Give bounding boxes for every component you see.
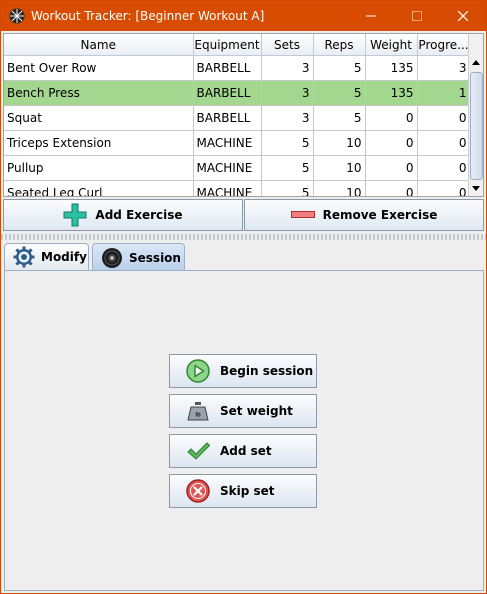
- cell-weight: 135: [365, 80, 418, 106]
- tab-session-label: Session: [129, 250, 181, 265]
- cell-equipment: MACHINE: [193, 180, 262, 196]
- triangle-down-icon: [472, 186, 480, 191]
- cell-progress: 0: [417, 105, 471, 131]
- weight-icon-text: lb: [195, 413, 201, 419]
- checkmark-icon: [186, 439, 210, 463]
- minus-icon: [290, 210, 315, 220]
- set-weight-button[interactable]: lb Set weight: [169, 394, 317, 428]
- cell-name: Pullup: [4, 155, 194, 181]
- play-icon: [186, 359, 210, 383]
- table-header: Name Equipment Sets Reps Weight Progre..…: [4, 34, 471, 56]
- close-button[interactable]: [440, 1, 486, 31]
- cell-name: Squat: [4, 105, 194, 131]
- maximize-button[interactable]: [394, 1, 440, 31]
- cell-reps: 10: [313, 155, 366, 181]
- table-row[interactable]: Pullup MACHINE 5 10 0 0: [4, 155, 471, 181]
- cancel-icon: [186, 479, 210, 503]
- session-panel: Begin session lb Set weight Add set Skip…: [4, 270, 484, 591]
- table-row[interactable]: Seated Leg Curl MACHINE 5 10 0 0: [4, 180, 471, 196]
- tab-modify-label: Modify: [41, 250, 87, 264]
- exercise-table-scrollpane: Name Equipment Sets Reps Weight Progre..…: [3, 33, 484, 197]
- cell-sets: 5: [261, 130, 314, 156]
- column-header-name[interactable]: Name: [4, 34, 194, 56]
- exercise-actions: Add Exercise Remove Exercise: [3, 199, 484, 232]
- scroll-up-button[interactable]: [469, 55, 483, 70]
- cell-sets: 5: [261, 180, 314, 196]
- column-header-sets[interactable]: Sets: [261, 34, 314, 56]
- cell-equipment: BARBELL: [193, 80, 262, 106]
- cell-reps: 5: [313, 105, 366, 131]
- column-header-equipment[interactable]: Equipment: [193, 34, 262, 56]
- begin-session-button[interactable]: Begin session: [169, 354, 317, 388]
- app-grid-icon: [9, 8, 25, 24]
- cell-progress: 0: [417, 180, 471, 196]
- tab-modify[interactable]: Modify: [4, 243, 89, 270]
- add-set-button[interactable]: Add set: [169, 434, 317, 468]
- vertical-scrollbar[interactable]: [468, 34, 483, 196]
- cell-weight: 0: [365, 130, 418, 156]
- cell-progress: 3: [417, 55, 471, 81]
- plus-icon: [63, 203, 87, 227]
- remove-exercise-label: Remove Exercise: [322, 208, 438, 222]
- column-header-weight[interactable]: Weight: [365, 34, 418, 56]
- cell-weight: 135: [365, 55, 418, 81]
- cell-reps: 10: [313, 130, 366, 156]
- triangle-up-icon: [472, 60, 480, 65]
- cell-sets: 3: [261, 105, 314, 131]
- cell-progress: 0: [417, 155, 471, 181]
- disc-icon: [101, 247, 123, 269]
- cell-equipment: BARBELL: [193, 105, 262, 131]
- minimize-button[interactable]: [348, 1, 394, 31]
- window-title: Workout Tracker: [Beginner Workout A]: [31, 9, 265, 23]
- cell-progress: 1: [417, 80, 471, 106]
- add-exercise-label: Add Exercise: [95, 208, 183, 222]
- cell-sets: 3: [261, 55, 314, 81]
- remove-exercise-button[interactable]: Remove Exercise: [244, 199, 484, 231]
- cell-name: Triceps Extension: [4, 130, 194, 156]
- tab-session[interactable]: Session: [92, 243, 185, 271]
- skip-set-button[interactable]: Skip set: [169, 474, 317, 508]
- scrollbar-thumb[interactable]: [470, 72, 483, 180]
- table-row[interactable]: Triceps Extension MACHINE 5 10 0 0: [4, 130, 471, 156]
- set-weight-label: Set weight: [220, 404, 293, 418]
- cell-reps: 5: [313, 55, 366, 81]
- skip-set-label: Skip set: [220, 484, 275, 498]
- cell-weight: 0: [365, 105, 418, 131]
- cell-equipment: MACHINE: [193, 130, 262, 156]
- minimize-icon: [366, 15, 376, 17]
- gear-icon: [13, 246, 35, 268]
- maximize-icon: [412, 11, 422, 21]
- table-row[interactable]: Squat BARBELL 3 5 0 0: [4, 105, 471, 131]
- cell-sets: 5: [261, 155, 314, 181]
- title-bar[interactable]: Workout Tracker: [Beginner Workout A]: [1, 1, 486, 31]
- cell-name: Bent Over Row: [4, 55, 194, 81]
- scroll-down-button[interactable]: [469, 181, 483, 196]
- close-icon: [458, 11, 468, 21]
- cell-sets: 3: [261, 80, 314, 106]
- cell-reps: 10: [313, 180, 366, 196]
- cell-weight: 0: [365, 155, 418, 181]
- weight-icon: lb: [186, 399, 210, 423]
- exercise-table[interactable]: Name Equipment Sets Reps Weight Progre..…: [4, 34, 471, 196]
- add-exercise-button[interactable]: Add Exercise: [3, 199, 243, 231]
- begin-session-label: Begin session: [220, 364, 314, 378]
- table-row[interactable]: Bent Over Row BARBELL 3 5 135 3: [4, 55, 471, 81]
- cell-equipment: BARBELL: [193, 55, 262, 81]
- cell-weight: 0: [365, 180, 418, 196]
- cell-progress: 0: [417, 130, 471, 156]
- table-row-selected[interactable]: Bench Press BARBELL 3 5 135 1: [4, 80, 471, 106]
- add-set-label: Add set: [220, 444, 272, 458]
- cell-name: Seated Leg Curl: [4, 180, 194, 196]
- app-window: Workout Tracker: [Beginner Workout A] Na…: [0, 0, 487, 594]
- cell-equipment: MACHINE: [193, 155, 262, 181]
- column-header-reps[interactable]: Reps: [313, 34, 366, 56]
- column-header-progress[interactable]: Progre...: [417, 34, 471, 56]
- cell-name: Bench Press: [4, 80, 194, 106]
- split-pane-divider[interactable]: [1, 234, 486, 240]
- cell-reps: 5: [313, 80, 366, 106]
